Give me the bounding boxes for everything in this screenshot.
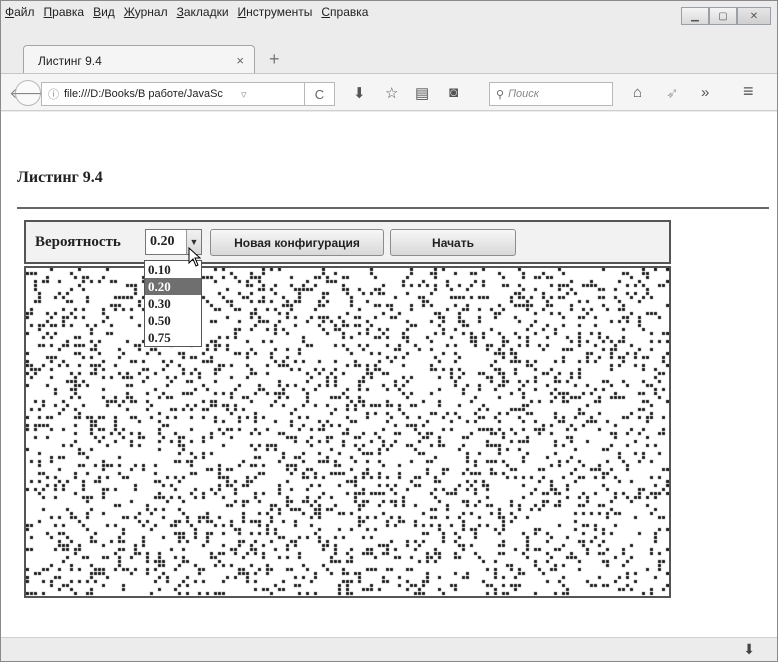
url-bar[interactable]: ⓘ file:///D:/Books/В работе/JavaSc ▿	[41, 82, 305, 106]
nav-bar: 🡐 ⓘ file:///D:/Books/В работе/JavaSc ▿ C…	[1, 73, 777, 111]
new-tab-icon[interactable]: +	[269, 49, 280, 70]
pocket-icon[interactable]: ◙	[449, 84, 458, 101]
option-0-50[interactable]: 0.50	[145, 312, 201, 329]
menu-bar: Файл Правка Вид Журнал Закладки Инструме…	[1, 1, 777, 23]
probability-label: Вероятность	[35, 234, 121, 250]
new-configuration-button[interactable]: Новая конфигурация	[210, 229, 384, 256]
mouse-cursor-icon	[188, 247, 202, 267]
overflow-icon[interactable]: »	[701, 84, 709, 101]
option-0-20[interactable]: 0.20	[145, 278, 201, 295]
life-grid[interactable]	[24, 266, 671, 598]
minimize-button[interactable]: ▁	[681, 7, 709, 25]
home-icon[interactable]: ⌂	[633, 84, 642, 101]
menu-file[interactable]: Файл	[5, 5, 35, 19]
tab-title: Листинг 9.4	[38, 53, 102, 68]
info-icon[interactable]: ⓘ	[48, 86, 59, 102]
search-icon: ⚲	[496, 88, 505, 101]
hamburger-menu-icon[interactable]: ≡	[743, 81, 754, 102]
menu-bookmarks[interactable]: Закладки	[177, 5, 229, 19]
controls-panel: Вероятность 0.20 ▼ Новая конфигурация На…	[24, 220, 671, 264]
reload-button[interactable]: C	[305, 82, 335, 106]
status-bar: ⬇	[1, 637, 777, 661]
menu-help[interactable]: Справка	[321, 5, 368, 19]
option-0-75[interactable]: 0.75	[145, 329, 201, 346]
menu-edit[interactable]: Правка	[44, 5, 85, 19]
probability-value: 0.20	[150, 234, 175, 249]
menu-view[interactable]: Вид	[93, 5, 115, 19]
start-button[interactable]: Начать	[390, 229, 516, 256]
tab-listing[interactable]: Листинг 9.4 ×	[23, 45, 255, 75]
reader-view-icon[interactable]: ▤	[415, 84, 429, 102]
divider	[17, 207, 769, 209]
close-window-button[interactable]: ✕	[737, 7, 771, 25]
search-input[interactable]: ⚲ Поиск	[489, 82, 613, 106]
menu-tools[interactable]: Инструменты	[238, 5, 313, 19]
browser-window: Файл Правка Вид Журнал Закладки Инструме…	[0, 0, 778, 662]
downloads-icon[interactable]: ⬇	[743, 641, 755, 658]
life-grid-canvas[interactable]	[26, 268, 669, 596]
tab-close-icon[interactable]: ×	[236, 53, 244, 68]
download-icon[interactable]: ⬇	[353, 84, 366, 102]
page-content: Листинг 9.4 Вероятность 0.20 ▼ Новая кон…	[1, 112, 777, 637]
bookmark-star-icon[interactable]: ☆	[385, 84, 398, 102]
window-controls: ▁ ▢ ✕	[681, 7, 771, 25]
back-button[interactable]: 🡐	[9, 80, 47, 106]
menu-history[interactable]: Журнал	[124, 5, 168, 19]
dropdown-chevron-icon[interactable]: ▿	[241, 88, 247, 101]
probability-dropdown[interactable]: 0.10 0.20 0.30 0.50 0.75	[144, 260, 202, 347]
send-icon[interactable]: ➶	[666, 84, 679, 102]
maximize-button[interactable]: ▢	[709, 7, 737, 25]
page-title: Листинг 9.4	[17, 169, 103, 186]
tab-strip: Листинг 9.4 × +	[1, 41, 777, 75]
search-placeholder: Поиск	[508, 88, 539, 100]
option-0-30[interactable]: 0.30	[145, 295, 201, 312]
url-text: file:///D:/Books/В работе/JavaSc	[64, 88, 223, 100]
